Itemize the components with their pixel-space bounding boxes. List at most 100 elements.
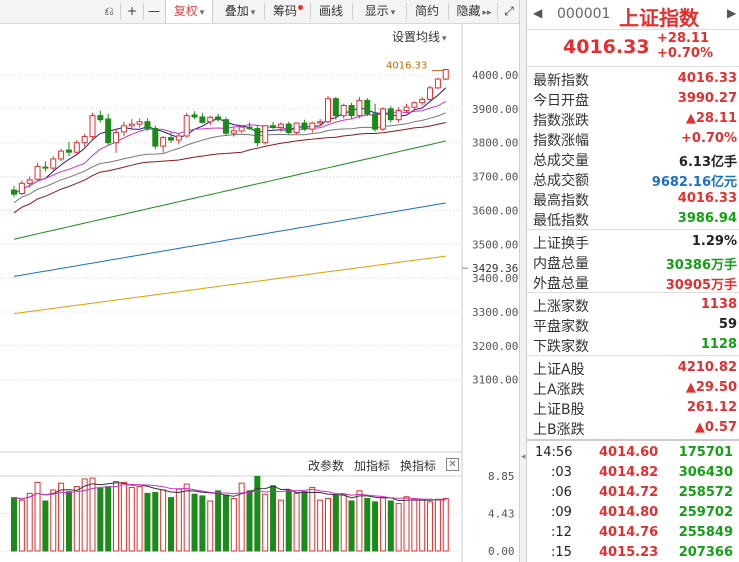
volume-bar[interactable] bbox=[340, 493, 347, 552]
candle[interactable] bbox=[301, 119, 308, 131]
candle[interactable] bbox=[317, 119, 324, 127]
candle[interactable] bbox=[427, 85, 434, 101]
simple-button[interactable]: 简约 bbox=[410, 0, 444, 23]
volume-bar[interactable] bbox=[152, 492, 159, 552]
fullscreen-icon[interactable]: ⤢ bbox=[499, 0, 519, 23]
candle[interactable] bbox=[81, 133, 88, 147]
ma-settings-button[interactable]: 设置均线 ▾ bbox=[392, 28, 447, 45]
panel-divider[interactable]: ◂ bbox=[519, 0, 527, 562]
candle[interactable] bbox=[395, 107, 402, 123]
volume-bar[interactable] bbox=[230, 497, 237, 552]
hide-button[interactable]: 隐藏 ▸▸ bbox=[452, 0, 496, 23]
volume-bar[interactable] bbox=[348, 500, 355, 552]
tick-row[interactable]: :12 4014.76 255849 bbox=[527, 523, 739, 542]
candle[interactable] bbox=[89, 112, 96, 139]
candle[interactable] bbox=[356, 97, 363, 119]
fuquan-button[interactable]: 复权 ▾ bbox=[165, 0, 213, 23]
volume-bar[interactable] bbox=[285, 489, 292, 552]
volume-bar[interactable] bbox=[411, 499, 418, 552]
volume-bar[interactable] bbox=[65, 491, 72, 552]
volume-bar[interactable] bbox=[168, 497, 174, 552]
add-indicator-button[interactable]: 加指标 bbox=[354, 457, 390, 474]
candle[interactable] bbox=[246, 122, 253, 130]
candle[interactable] bbox=[26, 176, 33, 188]
candle[interactable] bbox=[199, 112, 206, 124]
candle[interactable] bbox=[73, 139, 80, 155]
volume-bar[interactable] bbox=[199, 495, 206, 552]
volume-bar[interactable] bbox=[442, 497, 449, 552]
candle[interactable] bbox=[65, 142, 72, 157]
candle[interactable] bbox=[152, 125, 159, 150]
volume-bar[interactable] bbox=[270, 485, 277, 552]
candle[interactable] bbox=[254, 125, 261, 147]
candle[interactable] bbox=[419, 97, 426, 106]
volume-bar[interactable] bbox=[325, 497, 331, 552]
tick-row[interactable]: :06 4014.72 258572 bbox=[527, 483, 739, 502]
volume-bar[interactable] bbox=[175, 488, 182, 552]
volume-bar[interactable] bbox=[427, 501, 434, 552]
candle[interactable] bbox=[387, 106, 394, 123]
volume-bar[interactable] bbox=[50, 489, 57, 552]
candle[interactable] bbox=[293, 122, 300, 135]
close-icon[interactable]: ✕ bbox=[446, 458, 459, 471]
switch-indicator-button[interactable]: 换指标 bbox=[400, 457, 436, 474]
volume-bar[interactable] bbox=[18, 499, 25, 552]
volume-bar[interactable] bbox=[136, 486, 143, 552]
volume-bar[interactable] bbox=[395, 503, 402, 552]
candle[interactable] bbox=[434, 77, 441, 90]
volume-bar[interactable] bbox=[183, 483, 190, 552]
volume-bar[interactable] bbox=[160, 489, 167, 552]
volume-bar[interactable] bbox=[309, 486, 316, 552]
candle[interactable] bbox=[364, 98, 371, 117]
candle[interactable] bbox=[136, 118, 143, 128]
volume-bar[interactable] bbox=[97, 487, 104, 552]
volume-bar[interactable] bbox=[277, 499, 284, 552]
candle[interactable] bbox=[215, 113, 222, 122]
tick-row[interactable]: :15 4015.23 207366 bbox=[527, 543, 739, 562]
candle[interactable] bbox=[340, 103, 347, 119]
restore-icon[interactable]: ⎌ bbox=[98, 0, 120, 23]
volume-bar[interactable] bbox=[144, 492, 151, 552]
candle[interactable] bbox=[285, 121, 292, 135]
candle[interactable] bbox=[222, 117, 229, 136]
volume-bar[interactable] bbox=[434, 498, 441, 552]
candle[interactable] bbox=[120, 121, 127, 136]
candle[interactable] bbox=[309, 121, 316, 133]
volume-bar[interactable] bbox=[262, 493, 269, 552]
volume-bar[interactable] bbox=[379, 497, 386, 552]
candle[interactable] bbox=[105, 113, 112, 146]
tick-row[interactable]: :09 4014.80 259702 bbox=[527, 503, 739, 522]
volume-bar[interactable] bbox=[364, 497, 371, 552]
volume-bar[interactable] bbox=[73, 486, 80, 552]
tick-row[interactable]: :03 4014.82 306430 bbox=[527, 463, 739, 482]
volume-bar[interactable] bbox=[128, 486, 135, 552]
candle[interactable] bbox=[50, 156, 57, 171]
candle[interactable] bbox=[348, 102, 355, 120]
volume-bar[interactable] bbox=[254, 475, 261, 552]
volume-bar[interactable] bbox=[120, 481, 127, 552]
candle[interactable] bbox=[262, 125, 269, 145]
volume-bar[interactable] bbox=[34, 481, 41, 552]
candle[interactable] bbox=[403, 103, 410, 113]
volume-bar[interactable] bbox=[317, 499, 324, 552]
volume-bar[interactable] bbox=[387, 500, 394, 552]
volume-bar[interactable] bbox=[215, 490, 222, 552]
candle[interactable] bbox=[372, 103, 379, 132]
overlay-button[interactable]: 叠加 ▾ bbox=[218, 0, 262, 23]
volume-bar[interactable] bbox=[207, 500, 214, 552]
candle[interactable] bbox=[325, 95, 331, 124]
display-button[interactable]: 显示 ▾ bbox=[356, 0, 404, 23]
volume-bar[interactable] bbox=[419, 498, 426, 552]
candle[interactable] bbox=[42, 161, 49, 172]
volume-bar[interactable] bbox=[403, 496, 410, 552]
volume-bar[interactable] bbox=[372, 501, 379, 552]
chips-button[interactable]: 筹码 bbox=[268, 0, 308, 23]
volume-bar[interactable] bbox=[332, 494, 339, 552]
change-params-button[interactable]: 改参数 bbox=[308, 457, 344, 474]
candle[interactable] bbox=[144, 118, 151, 131]
candle[interactable] bbox=[34, 163, 41, 181]
kline-chart[interactable]: 4000.00 3900.00 3800.00 3700.00 3600.00 3500.… bbox=[0, 24, 519, 562]
zoom-out-icon[interactable]: — bbox=[145, 0, 163, 23]
volume-bar[interactable] bbox=[293, 492, 300, 552]
volume-bar[interactable] bbox=[356, 490, 363, 552]
